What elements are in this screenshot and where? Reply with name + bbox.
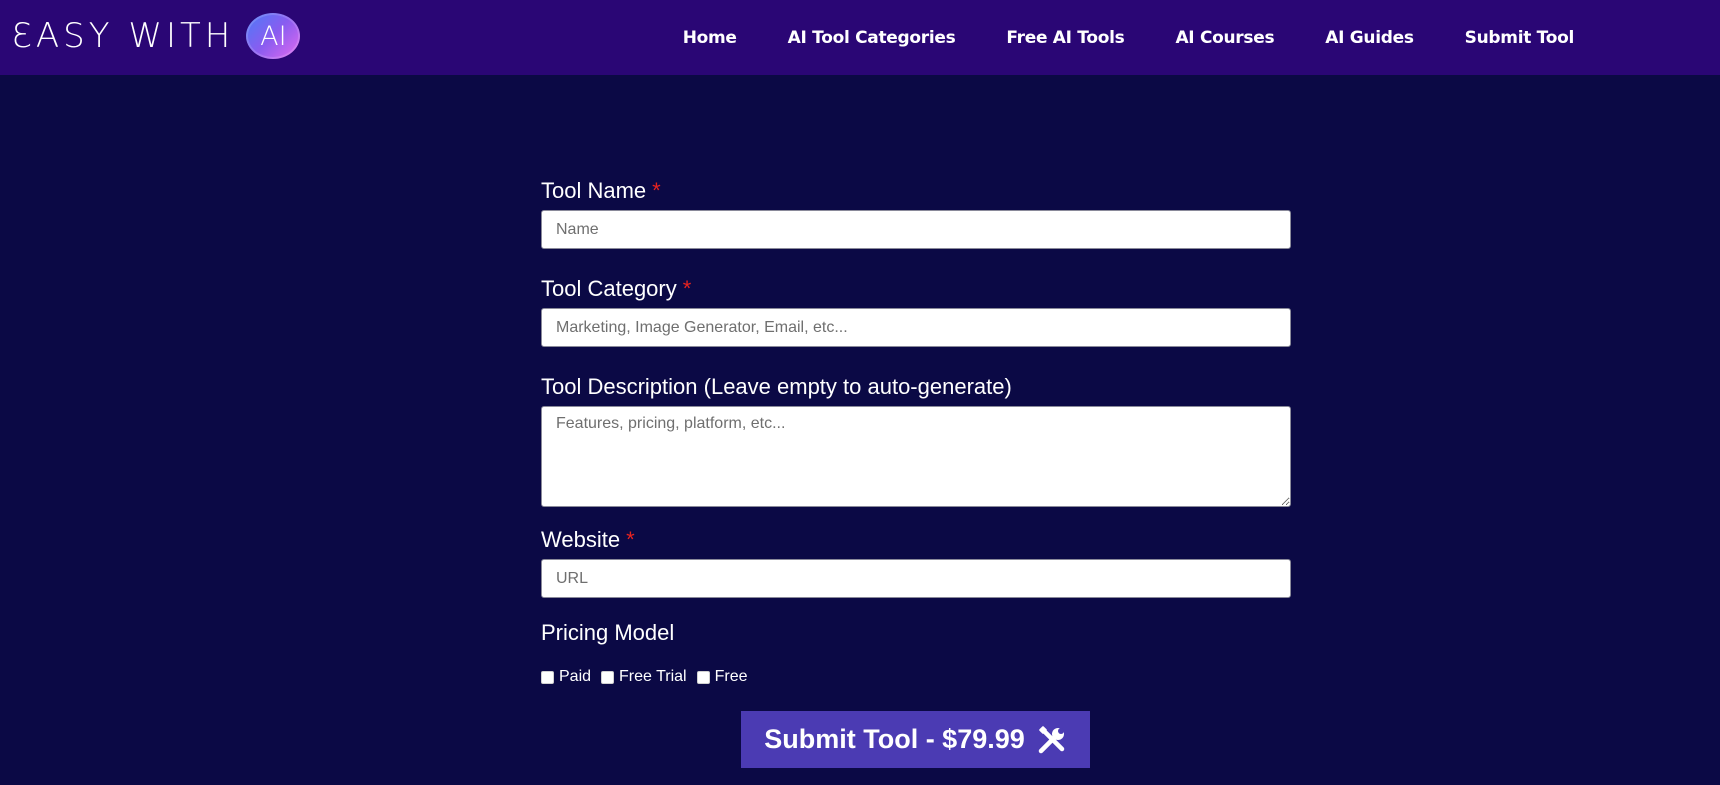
- free-checkbox[interactable]: [696, 670, 710, 684]
- nav-home[interactable]: Home: [683, 28, 737, 48]
- main-nav: Home AI Tool Categories Free AI Tools AI…: [683, 0, 1575, 75]
- tool-category-label: Tool Category *: [541, 274, 1291, 304]
- free-trial-label: Free Trial: [619, 668, 687, 685]
- submit-tool-button-label: Submit Tool - $79.99: [764, 724, 1025, 754]
- pricing-option-paid[interactable]: Paid: [541, 668, 591, 686]
- paid-label: Paid: [559, 668, 592, 685]
- tool-name-label: Tool Name *: [541, 176, 1291, 206]
- nav-submit-tool[interactable]: Submit Tool: [1465, 28, 1575, 48]
- tool-description-label-text: Tool Description (Leave empty to auto-ge…: [541, 374, 1012, 399]
- logo-ai-badge: AI: [246, 13, 301, 59]
- website-input[interactable]: [541, 559, 1291, 598]
- tool-description-label: Tool Description (Leave empty to auto-ge…: [541, 372, 1291, 402]
- tool-name-input[interactable]: [541, 210, 1291, 249]
- submit-tool-button[interactable]: Submit Tool - $79.99: [741, 711, 1090, 768]
- paid-checkbox[interactable]: [541, 670, 554, 684]
- tool-description-textarea[interactable]: [541, 406, 1291, 507]
- pricing-model-label-text: Pricing Model: [541, 620, 675, 645]
- tools-icon: [1038, 725, 1065, 753]
- nav-free-ai-tools[interactable]: Free AI Tools: [1006, 28, 1124, 48]
- submit-tool-form: Tool Name* Tool Category* Tool Descripti…: [541, 176, 1291, 687]
- tool-name-label-text: Tool Name: [541, 178, 647, 203]
- tool-category-input[interactable]: [541, 308, 1291, 347]
- logo-text: ƐASY WITH: [12, 16, 235, 56]
- site-logo[interactable]: ƐASY WITH AI: [12, 12, 301, 60]
- nav-ai-courses[interactable]: AI Courses: [1175, 28, 1274, 48]
- site-header: ƐASY WITH AI Home AI Tool Categories Fre…: [0, 0, 1720, 75]
- required-mark: *: [652, 178, 661, 203]
- pricing-model-label: Pricing Model: [541, 618, 1291, 648]
- free-label: Free: [714, 668, 748, 685]
- free-trial-checkbox[interactable]: [601, 670, 615, 684]
- pricing-model-options: Paid Free Trial Free: [541, 667, 1291, 687]
- required-mark: *: [682, 276, 692, 301]
- pricing-option-free[interactable]: Free: [696, 668, 748, 686]
- required-mark: *: [626, 527, 635, 552]
- website-label-text: Website: [541, 527, 621, 552]
- website-label: Website *: [541, 525, 1291, 555]
- pricing-option-free-trial[interactable]: Free Trial: [601, 668, 687, 686]
- nav-ai-guides[interactable]: AI Guides: [1325, 28, 1414, 48]
- tool-category-label-text: Tool Category: [541, 276, 677, 301]
- nav-ai-tool-categories[interactable]: AI Tool Categories: [788, 28, 956, 48]
